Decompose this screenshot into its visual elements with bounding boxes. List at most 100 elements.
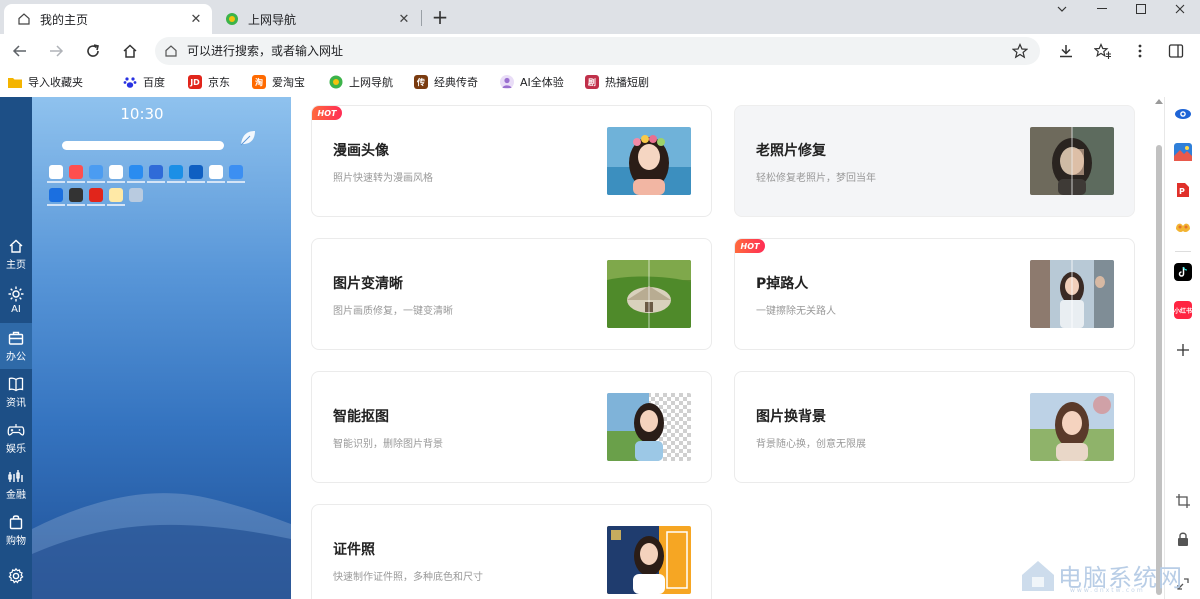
hot-badge: HOT bbox=[735, 239, 765, 253]
crop-icon[interactable] bbox=[1174, 492, 1192, 510]
tab-title: 上网导航 bbox=[248, 12, 297, 27]
tool-card-anime-avatar[interactable]: 漫画头像 照片快速转为漫画风格 bbox=[311, 105, 712, 217]
close-icon[interactable]: ✕ bbox=[188, 11, 204, 27]
content-scrollbar[interactable] bbox=[1153, 97, 1164, 599]
bookmark-label: 热播短剧 bbox=[605, 76, 649, 89]
nav-item-finance[interactable]: 金融 bbox=[0, 461, 32, 507]
pdf-tool-icon[interactable]: P bbox=[1174, 181, 1192, 199]
tab-title: 我的主页 bbox=[40, 12, 89, 27]
id-photo-image bbox=[607, 526, 691, 594]
lock-icon[interactable] bbox=[1174, 530, 1192, 548]
bookmarks-bar: 导入收藏夹 百度 JD 京东 淘 爱淘宝 上网导航 传 经典传奇 AI全体验 剧… bbox=[0, 68, 1200, 96]
home-icon bbox=[7, 237, 25, 255]
preview-app-icon bbox=[129, 165, 143, 179]
card-desc: 智能识别，删除图片背景 bbox=[333, 439, 443, 450]
nav-label: 娱乐 bbox=[6, 444, 26, 455]
jd-icon: JD bbox=[188, 75, 202, 89]
bookmark-taobao[interactable]: 淘 爱淘宝 bbox=[252, 74, 305, 90]
nav-item-settings[interactable] bbox=[0, 553, 32, 599]
sparkle-eye-icon[interactable] bbox=[1174, 105, 1192, 123]
anime-portrait-image bbox=[607, 127, 691, 195]
tab-strip: 我的主页 ✕ 上网导航 ✕ + bbox=[0, 0, 1200, 34]
nav-item-shopping[interactable]: 购物 bbox=[0, 507, 32, 553]
bookmark-ai[interactable]: AI全体验 bbox=[500, 74, 564, 90]
bookmark-star-icon[interactable] bbox=[1008, 39, 1032, 63]
nav-item-entertainment[interactable]: 娱乐 bbox=[0, 415, 32, 461]
forward-button[interactable] bbox=[44, 39, 68, 63]
homepage-preview-panel[interactable]: 10:30 bbox=[32, 97, 291, 599]
briefcase-icon bbox=[7, 329, 25, 347]
preview-wave-decoration bbox=[32, 493, 291, 599]
nav-label: 主页 bbox=[6, 260, 26, 271]
bag-icon bbox=[7, 513, 25, 531]
card-desc: 背景随心换，创意无限展 bbox=[756, 439, 866, 450]
card-desc: 照片快速转为漫画风格 bbox=[333, 173, 433, 184]
hands-app-icon[interactable] bbox=[1174, 219, 1192, 237]
preview-app-icon bbox=[109, 188, 123, 202]
nav-item-news[interactable]: 资讯 bbox=[0, 369, 32, 415]
dropdown-icon[interactable] bbox=[1042, 0, 1082, 18]
watermark-house-icon bbox=[1022, 561, 1054, 591]
back-button[interactable] bbox=[8, 39, 32, 63]
tool-card-old-photo-restore[interactable]: 老照片修复 轻松修复老照片，梦回当年 bbox=[734, 105, 1135, 217]
bookmark-label: 上网导航 bbox=[349, 76, 393, 89]
card-title: 证件照 bbox=[333, 542, 375, 558]
left-category-nav: 主页 AI 办公 资讯 娱乐 金融 购物 bbox=[0, 97, 32, 599]
nav-globe-icon bbox=[329, 75, 343, 89]
preview-app-icon bbox=[189, 165, 203, 179]
tool-card-image-enhance[interactable]: 图片变清晰 图片画质修复，一键变清晰 bbox=[311, 238, 712, 350]
minimize-button[interactable] bbox=[1082, 0, 1122, 18]
bookmark-label: 百度 bbox=[143, 76, 165, 89]
bookmark-nav[interactable]: 上网导航 bbox=[329, 74, 393, 90]
nav-label: 资讯 bbox=[6, 398, 26, 409]
download-icon[interactable] bbox=[1054, 39, 1078, 63]
bookmark-game[interactable]: 传 经典传奇 bbox=[414, 74, 478, 90]
card-title: P掉路人 bbox=[756, 276, 809, 292]
street-girl-image bbox=[1030, 260, 1114, 328]
nav-item-home[interactable]: 主页 bbox=[0, 231, 32, 277]
chart-icon bbox=[7, 467, 25, 485]
bookmark-drama[interactable]: 剧 热播短剧 bbox=[585, 74, 649, 90]
scroll-up-arrow-icon[interactable] bbox=[1155, 99, 1163, 104]
book-icon bbox=[7, 375, 25, 393]
card-title: 老照片修复 bbox=[756, 143, 826, 159]
sidebar-toggle-icon[interactable] bbox=[1164, 39, 1188, 63]
tool-card-remove-passerby[interactable]: P掉路人 一键擦除无关路人 bbox=[734, 238, 1135, 350]
landscape-app-icon[interactable] bbox=[1174, 143, 1192, 161]
bookmark-baidu[interactable]: 百度 bbox=[123, 74, 165, 90]
bookmark-jd[interactable]: JD 京东 bbox=[188, 74, 230, 90]
preview-app-icon bbox=[229, 165, 243, 179]
reload-button[interactable] bbox=[81, 39, 105, 63]
more-menu-icon[interactable] bbox=[1128, 39, 1152, 63]
nav-item-office[interactable]: 办公 bbox=[0, 323, 32, 369]
address-input[interactable] bbox=[187, 44, 1008, 58]
nav-label: 购物 bbox=[6, 536, 26, 547]
preview-search-box bbox=[62, 141, 224, 150]
card-title: 智能抠图 bbox=[333, 409, 389, 425]
yurt-landscape-image bbox=[607, 260, 691, 328]
address-bar[interactable] bbox=[155, 37, 1040, 65]
tool-card-smart-cutout[interactable]: 智能抠图 智能识别，删除图片背景 bbox=[311, 371, 712, 483]
home-outline-icon bbox=[163, 43, 179, 59]
xiaohongshu-icon[interactable]: 小红书 bbox=[1174, 301, 1192, 319]
tiktok-icon[interactable] bbox=[1174, 263, 1192, 281]
maximize-button[interactable] bbox=[1121, 0, 1161, 18]
nav-item-ai[interactable]: AI bbox=[0, 277, 32, 323]
new-tab-button[interactable]: + bbox=[430, 7, 450, 28]
tab-my-homepage[interactable]: 我的主页 ✕ bbox=[4, 4, 212, 34]
bookmark-label: 爱淘宝 bbox=[272, 76, 305, 89]
close-window-button[interactable] bbox=[1160, 0, 1200, 18]
toolbar bbox=[0, 34, 1200, 68]
tool-card-id-photo[interactable]: 证件照 快速制作证件照，多种底色和尺寸 bbox=[311, 504, 712, 599]
add-app-button[interactable] bbox=[1174, 341, 1192, 359]
svg-text:P: P bbox=[1179, 187, 1185, 196]
scrollbar-thumb[interactable] bbox=[1156, 145, 1162, 595]
tab-nav[interactable]: 上网导航 ✕ bbox=[212, 4, 420, 34]
tool-card-change-background[interactable]: 图片换背景 背景随心换，创意无限展 bbox=[734, 371, 1135, 483]
hot-badge: HOT bbox=[312, 106, 342, 120]
favorites-icon[interactable] bbox=[1091, 39, 1115, 63]
home-button[interactable] bbox=[118, 39, 142, 63]
close-icon[interactable]: ✕ bbox=[396, 11, 412, 27]
ai-gear-icon bbox=[7, 285, 25, 303]
bookmark-import[interactable]: 导入收藏夹 bbox=[8, 74, 83, 90]
